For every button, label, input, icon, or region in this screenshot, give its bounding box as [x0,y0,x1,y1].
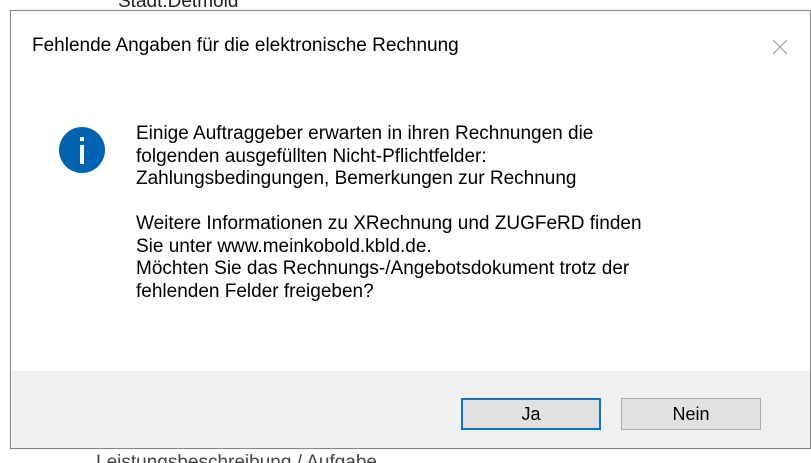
close-button[interactable] [750,11,810,83]
screen: Stadt:Detmold Fehlende Angaben für die e… [0,0,811,463]
yes-button[interactable]: Ja [461,398,601,430]
message-line: fehlenden Felder freigeben? [136,280,374,302]
message-dialog: Fehlende Angaben für die elektronische R… [10,10,811,449]
dialog-titlebar[interactable]: Fehlende Angaben für die elektronische R… [11,11,810,83]
close-icon [772,39,788,55]
dialog-content: Einige Auftraggeber erwarten in ihren Re… [11,83,810,371]
message-line: Möchten Sie das Rechnungs-/Angebotsdokum… [136,258,630,279]
message-line: Einige Auftraggeber erwarten in ihren Re… [136,123,594,144]
dialog-message: Einige Auftraggeber erwarten in ihren Re… [136,123,642,303]
message-line: folgenden ausgefüllten Nicht-Pflichtfeld… [136,145,487,167]
info-icon [59,127,105,173]
no-button[interactable]: Nein [621,398,761,430]
message-line: Weitere Informationen zu XRechnung und Z… [136,213,642,234]
dialog-button-bar: Ja Nein [11,371,810,448]
message-line: Zahlungsbedingungen, Bemerkungen zur Rec… [136,168,577,189]
message-line: Sie unter www.meinkobold.kbld.de. [136,235,432,257]
background-app-text-bottom: Leistungsbeschreibung / Aufgabe [96,452,377,463]
dialog-title: Fehlende Angaben für die elektronische R… [32,35,459,56]
